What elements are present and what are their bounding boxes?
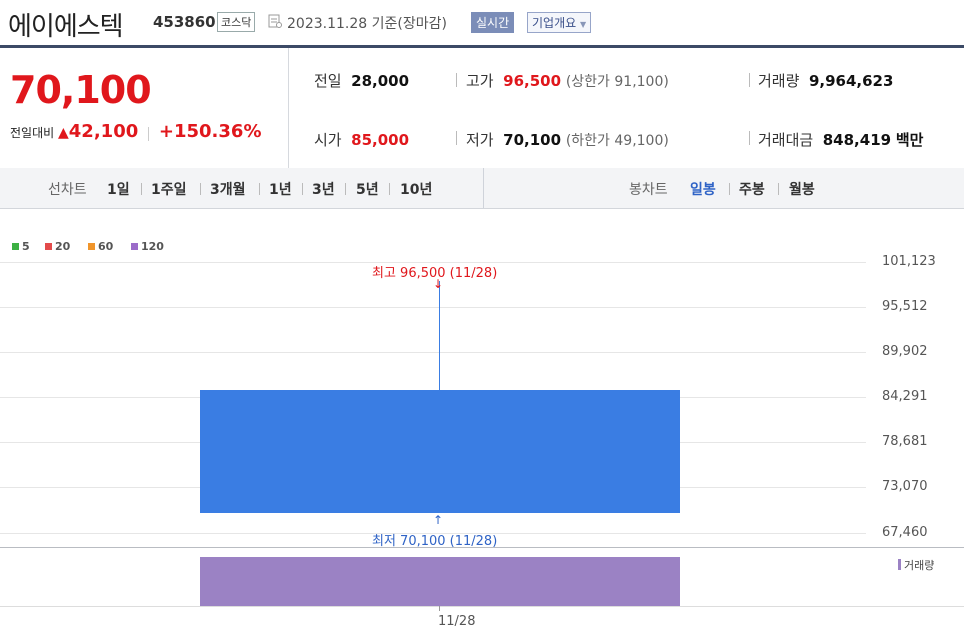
y-tick: 89,902 <box>882 344 928 359</box>
tab-10year[interactable]: 10년 <box>400 179 432 199</box>
down-arrow-icon: ↓ <box>433 277 444 291</box>
tab-5year[interactable]: 5년 <box>356 179 379 199</box>
y-tick: 95,512 <box>882 299 928 314</box>
x-tick-label: 11/28 <box>438 614 476 629</box>
tab-3year[interactable]: 3년 <box>312 179 335 199</box>
volume: 거래량 9,964,623 <box>758 72 894 90</box>
low-price: 저가 70,100 (하한가 49,100) <box>466 131 669 149</box>
legend-ma5: 5 <box>12 240 30 253</box>
stock-name: 에이에스텍 <box>8 12 124 42</box>
x-axis <box>0 606 964 607</box>
candle-wick <box>439 281 440 390</box>
volume-divider <box>0 547 964 548</box>
up-triangle-icon: ▲ <box>58 125 69 141</box>
tab-3month[interactable]: 3개월 <box>210 179 246 199</box>
tab-daily[interactable]: 일봉 <box>690 179 716 199</box>
y-tick: 101,123 <box>882 254 936 269</box>
y-tick: 67,460 <box>882 525 928 540</box>
up-arrow-icon: ↑ <box>433 513 444 527</box>
diff-rate: +150.36% <box>158 121 262 142</box>
current-price: 70,100 <box>10 68 152 112</box>
trading-amount: 거래대금 848,419 백만 <box>758 131 924 149</box>
period-tab-bar <box>0 168 964 209</box>
prev-close: 전일 28,000 <box>314 72 410 90</box>
corp-overview-dropdown[interactable]: 기업개요 ▼ <box>527 12 592 33</box>
volume-bar[interactable] <box>200 557 680 606</box>
tab-weekly[interactable]: 주봉 <box>739 179 765 199</box>
diff-label: 전일대비 <box>10 126 55 140</box>
market-badge: 코스닥 <box>217 12 256 32</box>
tab-1year[interactable]: 1년 <box>269 179 292 199</box>
volume-legend: 거래량 <box>898 557 934 573</box>
legend-ma120: 120 <box>131 240 164 253</box>
price-change-row: 전일대비 ▲42,100 +150.36% <box>10 121 261 142</box>
high-price: 고가 96,500 (상한가 91,100) <box>466 72 669 90</box>
stock-code: 453860 <box>153 13 216 31</box>
y-tick: 73,070 <box>882 479 928 494</box>
diff-value: 42,100 <box>68 121 139 142</box>
x-tick-mark <box>439 606 440 611</box>
document-icon[interactable] <box>268 14 282 28</box>
y-tick: 84,291 <box>882 389 928 404</box>
realtime-button[interactable]: 실시간 <box>471 12 515 33</box>
open-price: 시가 85,000 <box>314 131 410 149</box>
candle-chart-label: 봉차트 <box>629 182 668 198</box>
legend-ma60: 60 <box>88 240 113 253</box>
line-chart-label: 선차트 <box>48 182 87 198</box>
corp-overview-label: 기업개요 <box>532 16 577 30</box>
tab-monthly[interactable]: 월봉 <box>789 179 815 199</box>
legend-ma20: 20 <box>45 240 70 253</box>
tab-1day[interactable]: 1일 <box>107 179 130 199</box>
tab-1week[interactable]: 1주일 <box>151 179 187 199</box>
chevron-down-icon: ▼ <box>580 20 587 29</box>
candle-body[interactable] <box>200 390 680 513</box>
base-date: 2023.11.28 기준(장마감) <box>287 16 447 32</box>
y-tick: 78,681 <box>882 434 928 449</box>
